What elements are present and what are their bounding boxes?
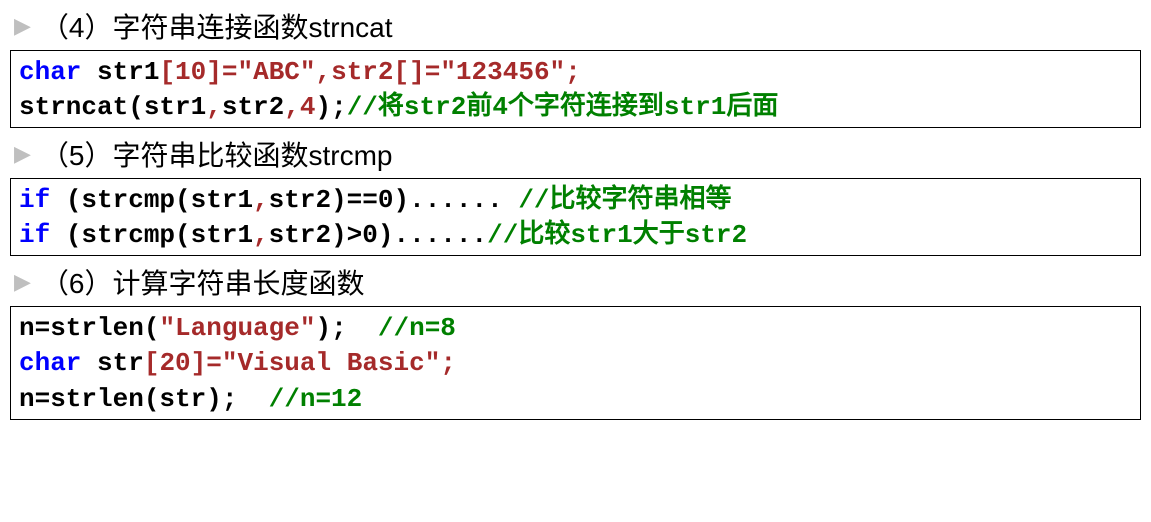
code-text: str1 — [81, 57, 159, 87]
code-text: ); — [315, 313, 377, 343]
code-text: strncat(str1 — [19, 92, 206, 122]
comma: , — [284, 92, 300, 122]
number: 4 — [300, 92, 316, 122]
bracket: ]= — [206, 57, 237, 87]
code-text: str2)==0)...... — [269, 185, 519, 215]
comment: //比较字符串相等 — [518, 185, 731, 215]
string: "Language" — [159, 313, 315, 343]
bracket: ]= — [191, 348, 222, 378]
number: 20 — [159, 348, 190, 378]
codebox-5: if (strcmp(str1,str2)==0)...... //比较字符串相… — [10, 178, 1141, 256]
comma: ,str2 — [316, 57, 394, 87]
bullet-icon: ▶ — [14, 271, 31, 293]
comment: //n=8 — [378, 313, 456, 343]
bullet-icon: ▶ — [14, 15, 31, 37]
heading-4-text: （4）字符串连接函数strncat — [41, 6, 393, 46]
string: "Visual Basic" — [222, 348, 440, 378]
comment: //比较str1大于str2 — [487, 220, 747, 250]
section-4-strncat: ▶ （4）字符串连接函数strncat char str1[10]="ABC",… — [10, 6, 1141, 128]
comma: , — [253, 185, 269, 215]
codebox-4: char str1[10]="ABC",str2[]="123456"; str… — [10, 50, 1141, 128]
bullet-icon: ▶ — [14, 143, 31, 165]
code-text: (strcmp(str1 — [50, 220, 253, 250]
semi: ; — [440, 348, 456, 378]
comma: , — [253, 220, 269, 250]
number: 10 — [175, 57, 206, 87]
bracket: []= — [394, 57, 441, 87]
heading-6-text: （6）计算字符串长度函数 — [41, 262, 365, 302]
heading-6: ▶ （6）计算字符串长度函数 — [10, 262, 1141, 302]
comma: , — [206, 92, 222, 122]
code-text: (strcmp(str1 — [50, 185, 253, 215]
code-text: str — [81, 348, 143, 378]
codebox-6: n=strlen("Language"); //n=8 char str[20]… — [10, 306, 1141, 419]
code-text: n=strlen(str); — [19, 384, 269, 414]
code-text: str2)>0)...... — [269, 220, 487, 250]
kw-char: char — [19, 348, 81, 378]
code-text: ); — [315, 92, 346, 122]
code-text: n=strlen( — [19, 313, 159, 343]
kw-if: if — [19, 185, 50, 215]
heading-4: ▶ （4）字符串连接函数strncat — [10, 6, 1141, 46]
section-6-strlen: ▶ （6）计算字符串长度函数 n=strlen("Language"); //n… — [10, 262, 1141, 419]
code-text: str2 — [222, 92, 284, 122]
kw-char: char — [19, 57, 81, 87]
string: "123456" — [440, 57, 565, 87]
comment: //n=12 — [269, 384, 363, 414]
heading-5: ▶ （5）字符串比较函数strcmp — [10, 134, 1141, 174]
section-5-strcmp: ▶ （5）字符串比较函数strcmp if (strcmp(str1,str2)… — [10, 134, 1141, 256]
kw-if: if — [19, 220, 50, 250]
bracket: [ — [144, 348, 160, 378]
bracket: [ — [159, 57, 175, 87]
string: "ABC" — [237, 57, 315, 87]
semi: ; — [565, 57, 581, 87]
comment: //将str2前4个字符连接到str1后面 — [347, 92, 779, 122]
heading-5-text: （5）字符串比较函数strcmp — [41, 134, 393, 174]
